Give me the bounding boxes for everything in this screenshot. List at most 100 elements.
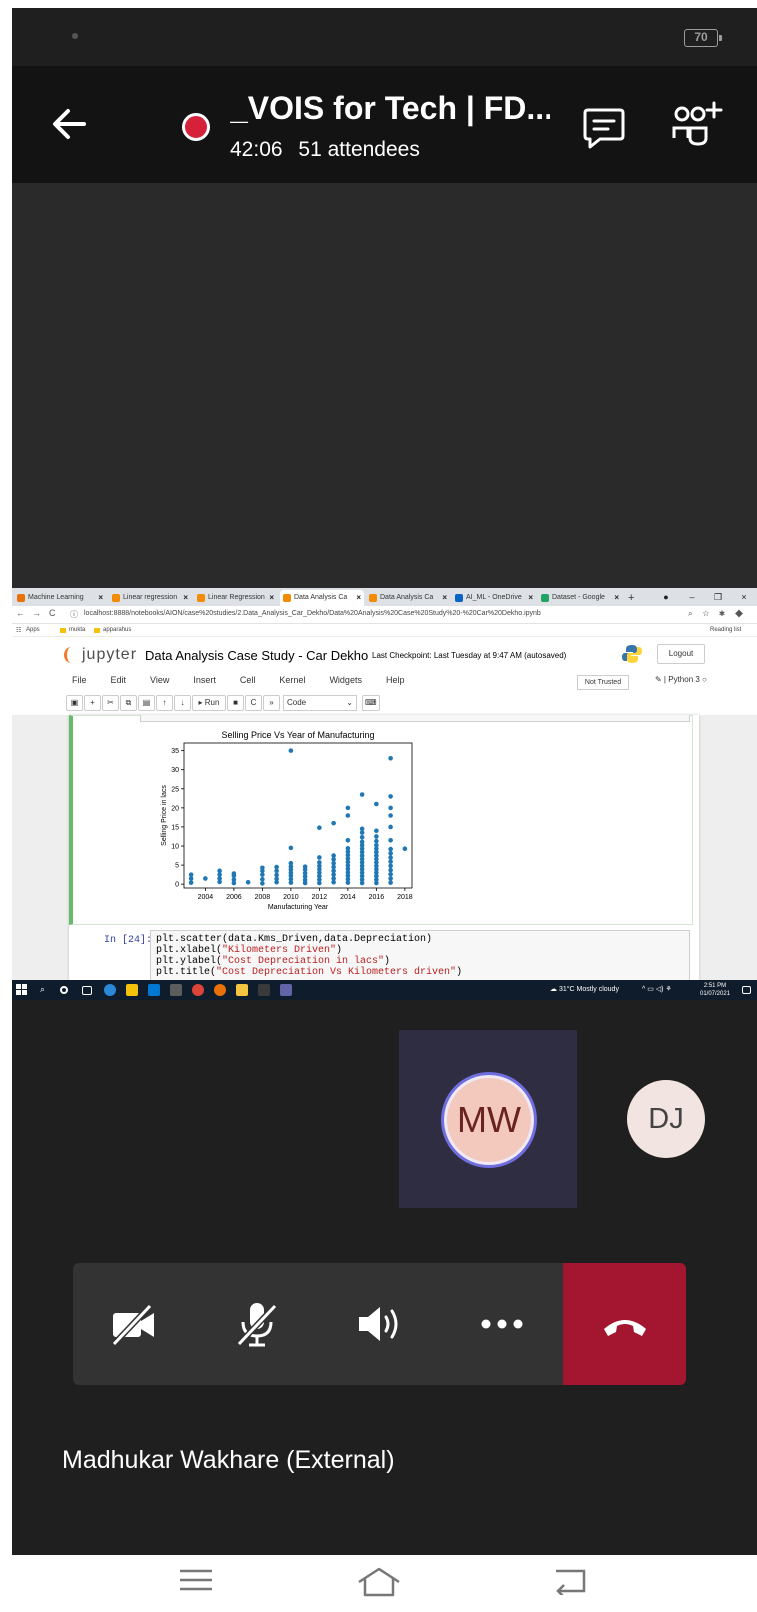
star-icon[interactable]: ☆ <box>703 609 720 618</box>
menu-item[interactable]: File <box>72 675 87 685</box>
close-icon[interactable]: × <box>183 590 188 606</box>
store-icon[interactable] <box>126 984 138 996</box>
restart-icon[interactable]: C <box>245 695 262 711</box>
close-icon[interactable]: × <box>614 590 619 606</box>
profile-icon[interactable]: ● <box>653 588 679 606</box>
reload-icon[interactable]: C <box>49 608 56 618</box>
speaker-button[interactable] <box>318 1263 440 1385</box>
firefox-icon[interactable] <box>214 984 226 996</box>
close-icon[interactable]: × <box>356 590 361 606</box>
browser-tab[interactable]: Dataset - Google × <box>538 590 622 606</box>
more-options-button[interactable] <box>441 1263 563 1385</box>
add-participants-icon[interactable] <box>668 100 724 152</box>
browser-tab-active[interactable]: Data Analysis Ca × <box>280 590 364 606</box>
search-icon[interactable]: ⌕ <box>40 984 52 996</box>
run-button[interactable]: ▸ Run <box>192 695 226 711</box>
close-icon[interactable]: × <box>98 590 103 606</box>
stop-icon[interactable]: ■ <box>227 695 244 711</box>
close-window-icon[interactable]: × <box>731 588 757 606</box>
file-explorer-icon[interactable] <box>236 984 248 996</box>
data-point <box>203 876 208 881</box>
tab-label: Dataset - Google <box>552 594 605 601</box>
data-point <box>402 846 408 851</box>
logout-button[interactable]: Logout <box>657 644 705 664</box>
url-field[interactable]: localhost:8888/notebooks/AION/case%20stu… <box>84 610 541 617</box>
cut-icon[interactable]: ✂ <box>102 695 119 711</box>
extensions-icon[interactable]: ✱ <box>719 609 735 618</box>
close-icon[interactable]: × <box>269 590 274 606</box>
recent-apps-icon[interactable] <box>178 1565 214 1595</box>
move-down-icon[interactable]: ↓ <box>174 695 191 711</box>
mic-toggle-button[interactable] <box>196 1263 318 1385</box>
menu-item[interactable]: View <box>150 675 169 685</box>
browser-tab[interactable]: Linear Regression × <box>194 590 277 606</box>
y-tick-label: 25 <box>171 786 179 793</box>
bookmark-item[interactable]: apparahus <box>103 627 131 633</box>
copy-icon[interactable]: ⧉ <box>120 695 137 711</box>
browser-tab[interactable]: Data Analysis Ca × <box>366 590 450 606</box>
home-icon[interactable] <box>355 1565 403 1599</box>
checkpoint-status: Last Checkpoint: Last Tuesday at 9:47 AM… <box>372 651 567 660</box>
y-tick-label: 30 <box>171 767 179 774</box>
arrow-left-icon[interactable] <box>48 102 92 146</box>
add-cell-icon[interactable]: + <box>84 695 101 711</box>
zoom-icon[interactable]: ⌕ <box>688 609 702 618</box>
system-tray-icons[interactable]: ^ ▭ ◁) ⚘ <box>642 985 672 993</box>
keyboard-icon[interactable]: ⌨ <box>362 695 380 711</box>
jupyter-logo[interactable]: jupyter <box>82 646 137 664</box>
trust-status[interactable]: Not Trusted <box>577 675 629 690</box>
notifications-icon[interactable] <box>742 986 751 994</box>
terminal-icon[interactable] <box>258 984 270 996</box>
camera-toggle-button[interactable] <box>73 1263 195 1385</box>
minimize-icon[interactable]: – <box>679 588 705 606</box>
browser-tab[interactable]: AI_ML - OneDrive × <box>452 590 536 606</box>
code-token: plt.ylabel( <box>156 956 223 967</box>
extension-icon[interactable]: ◆ <box>735 609 753 618</box>
fast-forward-icon[interactable]: » <box>263 695 280 711</box>
reading-list[interactable]: Reading list <box>710 627 741 633</box>
browser-tabstrip: Machine Learning × Linear regression × Lin… <box>12 588 757 606</box>
app-icon[interactable] <box>170 984 182 996</box>
close-icon[interactable]: × <box>442 590 447 606</box>
code-cell[interactable]: plt.scatter(data.Kms_Driven,data.Depreci… <box>150 930 690 985</box>
menu-item[interactable]: Help <box>386 675 405 685</box>
menu-item[interactable]: Widgets <box>329 675 362 685</box>
maximize-icon[interactable]: ❐ <box>705 588 731 606</box>
windows-start-icon[interactable] <box>16 984 27 995</box>
kernel-name: Python 3 <box>668 675 700 684</box>
bookmark-item[interactable]: mukta <box>69 627 85 633</box>
bookmark-item[interactable]: Apps <box>26 627 40 633</box>
taskbar-clock[interactable]: 2:51 PM 01/07/2021 <box>700 982 730 998</box>
back-nav-icon[interactable]: ← <box>16 608 25 618</box>
notebook-title[interactable]: Data Analysis Case Study - Car Dekho <box>145 648 368 663</box>
move-up-icon[interactable]: ↑ <box>156 695 173 711</box>
menu-item[interactable]: Cell <box>240 675 256 685</box>
cortana-icon[interactable] <box>60 986 68 994</box>
teams-icon[interactable] <box>280 984 292 996</box>
close-icon[interactable]: × <box>528 590 533 606</box>
chat-icon[interactable] <box>580 104 628 152</box>
save-icon[interactable]: ▣ <box>66 695 83 711</box>
browser-tab[interactable]: Linear regression × <box>109 590 191 606</box>
weather-widget[interactable]: ☁ 31°C Mostly cloudy <box>550 985 619 993</box>
task-view-icon[interactable] <box>82 986 92 995</box>
chrome-icon[interactable] <box>192 984 204 996</box>
cell-type-select[interactable]: Code ⌄ <box>283 695 357 711</box>
back-icon[interactable] <box>552 1565 588 1595</box>
hang-up-button[interactable] <box>563 1263 686 1385</box>
forward-nav-icon[interactable]: → <box>32 608 41 618</box>
edge-icon[interactable] <box>104 984 116 996</box>
new-tab-button[interactable]: + <box>624 590 642 606</box>
menu-item[interactable]: Kernel <box>279 675 305 685</box>
participant-tile-active[interactable]: MW <box>399 1030 577 1208</box>
scatter-plot: Selling Price Vs Year of Manufacturing 20… <box>161 730 413 911</box>
mail-icon[interactable] <box>148 984 160 996</box>
browser-tab[interactable]: Machine Learning × <box>14 590 106 606</box>
shared-screen: Machine Learning × Linear regression × Lin… <box>12 588 757 1000</box>
menu-item[interactable]: Insert <box>193 675 216 685</box>
menu-item[interactable]: Edit <box>111 675 127 685</box>
data-point <box>388 850 393 856</box>
avatar[interactable]: DJ <box>627 1080 705 1158</box>
paste-icon[interactable]: ▤ <box>138 695 155 711</box>
data-point <box>374 801 379 807</box>
